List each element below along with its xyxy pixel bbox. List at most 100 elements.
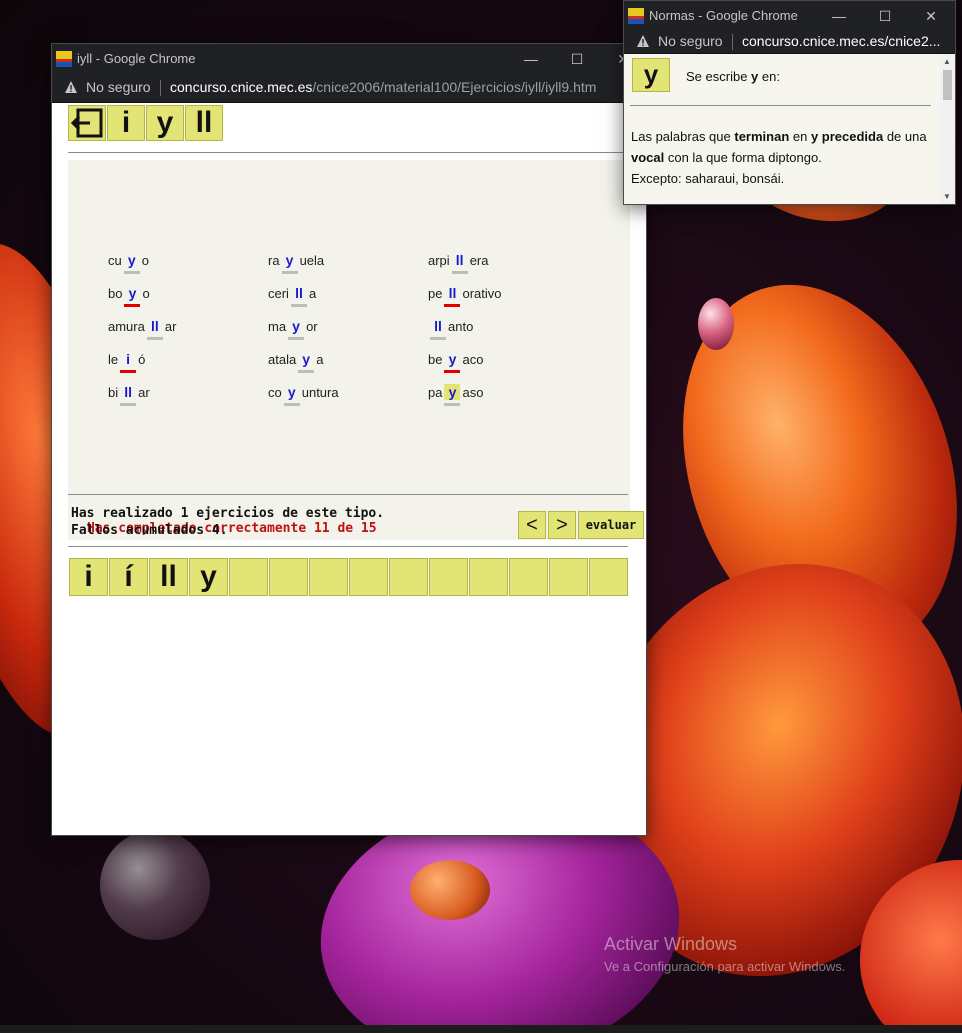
exercise-stats: Has realizado 1 ejercicios de este tipo.… bbox=[71, 505, 384, 539]
exercise-tile-0[interactable]: i bbox=[69, 558, 108, 596]
blank-underline bbox=[290, 304, 307, 307]
letter-blank[interactable]: y bbox=[298, 351, 315, 373]
blank-underline bbox=[444, 403, 461, 406]
letter-blank[interactable]: ll bbox=[290, 285, 307, 307]
word-prefix: le bbox=[108, 352, 119, 367]
filled-letter: y bbox=[292, 318, 300, 334]
letter-blank[interactable]: y bbox=[124, 285, 141, 307]
toolbar-button-i[interactable]: i bbox=[107, 105, 145, 141]
maximize-button[interactable]: ☐ bbox=[554, 44, 600, 74]
blank-underline bbox=[120, 370, 137, 373]
rule-exception: Excepto: saharaui, bonsái. bbox=[631, 171, 785, 186]
exit-icon bbox=[70, 108, 103, 138]
letter-blank[interactable]: y bbox=[123, 252, 140, 274]
word-suffix: aso bbox=[462, 385, 484, 400]
empty-tile[interactable] bbox=[469, 558, 508, 596]
empty-tile[interactable] bbox=[269, 558, 308, 596]
rule-heading: Se escribe y en: bbox=[686, 69, 780, 84]
letter-blank[interactable]: y bbox=[288, 318, 305, 340]
word-prefix: bi bbox=[108, 385, 119, 400]
divider bbox=[630, 105, 931, 106]
letter-blank[interactable]: ll bbox=[120, 384, 137, 406]
scroll-down-arrow-icon[interactable]: ▼ bbox=[943, 192, 951, 201]
scrollbar-thumb[interactable] bbox=[943, 70, 952, 100]
cnice-favicon-icon bbox=[628, 8, 644, 24]
letter-blank[interactable]: ll bbox=[444, 285, 461, 307]
word-item: le i ó bbox=[108, 351, 145, 373]
main-browser-window: iyll - Google Chrome — ☐ ✕ No seguro con… bbox=[51, 43, 647, 836]
divider bbox=[68, 152, 630, 153]
minimize-button[interactable]: — bbox=[508, 44, 554, 74]
not-secure-label[interactable]: No seguro bbox=[86, 79, 151, 95]
rule-fragment: de una bbox=[883, 129, 927, 144]
blank-underline bbox=[298, 370, 315, 373]
popup-window-title: Normas - Google Chrome bbox=[649, 8, 798, 23]
url-host: concurso.cnice.mec.es/cnice2... bbox=[742, 33, 941, 49]
minimize-button[interactable]: — bbox=[816, 1, 862, 31]
word-prefix: co bbox=[268, 385, 282, 400]
empty-tile[interactable] bbox=[229, 558, 268, 596]
letter-blank[interactable]: y bbox=[281, 252, 298, 274]
accumulated-errors-text: Fallos acumulados 4. bbox=[71, 523, 228, 538]
word-suffix: uela bbox=[299, 253, 325, 268]
empty-tile[interactable] bbox=[389, 558, 428, 596]
exit-button[interactable] bbox=[68, 105, 106, 141]
exercise-panel: cu y o ra y uela arpi ll era bo y o ceri ll a pe ll orati… bbox=[68, 160, 644, 540]
main-window-titlebar[interactable]: iyll - Google Chrome — ☐ ✕ bbox=[52, 44, 646, 74]
letter-blank[interactable]: i bbox=[120, 351, 137, 373]
word-prefix: bo bbox=[108, 286, 123, 301]
blank-underline bbox=[123, 271, 140, 274]
url-text[interactable]: concurso.cnice.mec.es/cnice2... bbox=[742, 33, 947, 49]
filled-letter: ll bbox=[455, 252, 464, 268]
main-address-bar[interactable]: No seguro concurso.cnice.mec.es/cnice200… bbox=[52, 74, 646, 103]
letter-blank[interactable]: y bbox=[444, 384, 461, 406]
rule-keyword: terminan bbox=[734, 129, 790, 144]
empty-tile[interactable] bbox=[549, 558, 588, 596]
word-prefix: cu bbox=[108, 253, 122, 268]
word-suffix: a bbox=[316, 352, 324, 367]
popup-address-bar[interactable]: No seguro concurso.cnice.mec.es/cnice2..… bbox=[624, 31, 955, 54]
filled-letter: ll bbox=[124, 384, 133, 400]
scrollbar[interactable]: ▲ ▼ bbox=[940, 54, 955, 204]
letter-tile-y: y bbox=[632, 58, 670, 92]
rule-description: Las palabras que terminan en y precedida… bbox=[631, 126, 931, 168]
empty-tile[interactable] bbox=[589, 558, 628, 596]
empty-tile[interactable] bbox=[349, 558, 388, 596]
not-secure-label[interactable]: No seguro bbox=[658, 33, 723, 49]
filled-letter: ll bbox=[150, 318, 159, 334]
filled-letter: y bbox=[127, 252, 136, 268]
navigation-buttons: < > evaluar bbox=[518, 511, 646, 539]
url-text[interactable]: concurso.cnice.mec.es/cnice2006/material… bbox=[170, 79, 640, 95]
evaluate-button[interactable]: evaluar bbox=[578, 511, 644, 539]
rules-page: y Se escribe y en: Las palabras que term… bbox=[624, 54, 955, 204]
exercise-tile-2[interactable]: ll bbox=[149, 558, 188, 596]
scroll-up-arrow-icon[interactable]: ▲ bbox=[943, 57, 951, 66]
exercise-tile-3[interactable]: y bbox=[189, 558, 228, 596]
previous-button[interactable]: < bbox=[518, 511, 546, 539]
word-suffix: a bbox=[308, 286, 317, 301]
close-button[interactable]: ✕ bbox=[908, 1, 954, 31]
rules-browser-window: Normas - Google Chrome — ☐ ✕ No seguro c… bbox=[623, 0, 956, 205]
popup-window-titlebar[interactable]: Normas - Google Chrome — ☐ ✕ bbox=[624, 1, 955, 31]
letter-blank[interactable]: y bbox=[444, 351, 461, 373]
word-prefix: be bbox=[428, 352, 443, 367]
maximize-button[interactable]: ☐ bbox=[862, 1, 908, 31]
exercises-done-text: Has realizado 1 ejercicios de este tipo. bbox=[71, 506, 385, 521]
word-suffix: untura bbox=[301, 385, 339, 400]
letter-blank[interactable]: y bbox=[283, 384, 300, 406]
exercise-tile-1[interactable]: í bbox=[109, 558, 148, 596]
empty-tile[interactable] bbox=[429, 558, 468, 596]
warning-icon bbox=[65, 81, 77, 93]
letter-blank[interactable]: ll bbox=[146, 318, 163, 340]
activation-watermark-title: Activar Windows bbox=[604, 934, 738, 954]
letter-blank[interactable]: ll bbox=[451, 252, 468, 274]
empty-tile[interactable] bbox=[309, 558, 348, 596]
letter-blank[interactable]: ll bbox=[430, 318, 446, 340]
word-prefix: ra bbox=[268, 253, 280, 268]
toolbar-button-y[interactable]: y bbox=[146, 105, 184, 141]
main-window-title: iyll - Google Chrome bbox=[77, 51, 196, 66]
word-item: arpi ll era bbox=[428, 252, 488, 274]
next-button[interactable]: > bbox=[548, 511, 576, 539]
empty-tile[interactable] bbox=[509, 558, 548, 596]
toolbar-button-ll[interactable]: ll bbox=[185, 105, 223, 141]
